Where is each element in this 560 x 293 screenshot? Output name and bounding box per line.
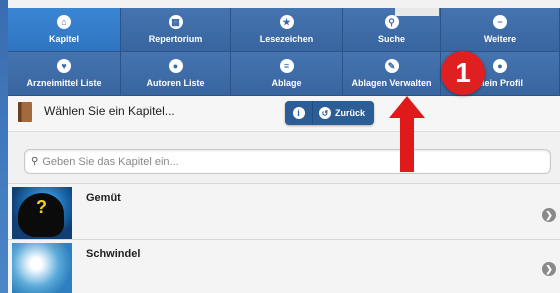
back-button-label: Zurück	[335, 108, 366, 118]
nav-kapitel[interactable]: ⌂ Kapitel	[8, 8, 121, 52]
list-item-title: Gemüt	[86, 192, 121, 204]
nav-autoren-label: Autoren Liste	[146, 78, 205, 88]
info-icon: i	[292, 107, 305, 119]
chevron-right-icon[interactable]: ❯	[542, 208, 556, 222]
nav-weitere-label: Weitere	[483, 34, 517, 44]
list-item-title: Schwindel	[86, 248, 141, 260]
nav-repertorium[interactable]: ▦ Repertorium	[121, 8, 231, 52]
nav-kapitel-label: Kapitel	[48, 34, 79, 44]
star-icon: ★	[279, 15, 294, 29]
nav-ablage-label: Ablage	[271, 78, 302, 88]
search-placeholder: Geben Sie das Kapitel ein...	[42, 155, 179, 168]
annotation-badge: 1	[441, 51, 485, 95]
nav-arzneimittel-label: Arzneimittel Liste	[26, 78, 102, 88]
annotation-arrow	[400, 116, 414, 172]
chapter-bar: Wählen Sie ein Kapitel...	[8, 96, 560, 132]
nav-ablagen-verwalten-label: Ablagen Verwalten	[351, 78, 432, 88]
chapter-prompt: Wählen Sie ein Kapitel...	[44, 104, 175, 118]
user-icon: ●	[168, 59, 183, 73]
nav-weitere[interactable]: − Weitere	[441, 8, 560, 52]
nav-repertorium-label: Repertorium	[148, 34, 203, 44]
back-button[interactable]: ↺ Zurück	[313, 101, 374, 125]
schwindel-thumbnail	[12, 243, 72, 293]
annotation-arrow-head	[389, 96, 425, 118]
nav-lesezeichen[interactable]: ★ Lesezeichen	[231, 8, 343, 52]
render-artifact	[395, 8, 439, 16]
info-button[interactable]: i	[285, 101, 313, 125]
pencil-icon: ✎	[384, 59, 399, 73]
question-mark-icon: ?	[36, 197, 47, 217]
chapter-controls: i ↺ Zurück	[285, 101, 375, 125]
search-icon: ⚲	[384, 15, 399, 29]
window-edge	[0, 0, 8, 293]
nav-arzneimittel-liste[interactable]: ♥ Arzneimittel Liste	[8, 52, 121, 96]
list-item-schwindel[interactable]: Schwindel ❯	[8, 239, 560, 293]
minus-icon: −	[493, 15, 507, 29]
back-icon: ↺	[319, 107, 331, 119]
book-icon	[18, 102, 32, 122]
nav-ablagen-verwalten[interactable]: ✎ Ablagen Verwalten	[343, 52, 441, 96]
list-icon: ≡	[279, 59, 294, 73]
nav-lesezeichen-label: Lesezeichen	[259, 34, 314, 44]
search-icon: ⚲	[31, 156, 39, 167]
chevron-right-icon[interactable]: ❯	[542, 262, 556, 276]
home-icon: ⌂	[57, 15, 71, 29]
grid-icon: ▦	[168, 15, 183, 29]
list-item-gemuet[interactable]: ? Gemüt ❯	[8, 183, 560, 239]
nav-autoren-liste[interactable]: ● Autoren Liste	[121, 52, 231, 96]
nav-suche-label: Suche	[377, 34, 405, 44]
chapter-search-input[interactable]: ⚲ Geben Sie das Kapitel ein...	[24, 149, 551, 174]
nav-ablage[interactable]: ≡ Ablage	[231, 52, 343, 96]
app-screen: ⌂ Kapitel ▦ Repertorium ★ Lesezeichen ⚲ …	[0, 0, 560, 293]
nav-row-1: ⌂ Kapitel ▦ Repertorium ★ Lesezeichen ⚲ …	[8, 8, 560, 52]
user-icon: ●	[493, 59, 507, 73]
heart-icon: ♥	[57, 59, 71, 73]
gemuet-thumbnail: ?	[12, 187, 72, 239]
